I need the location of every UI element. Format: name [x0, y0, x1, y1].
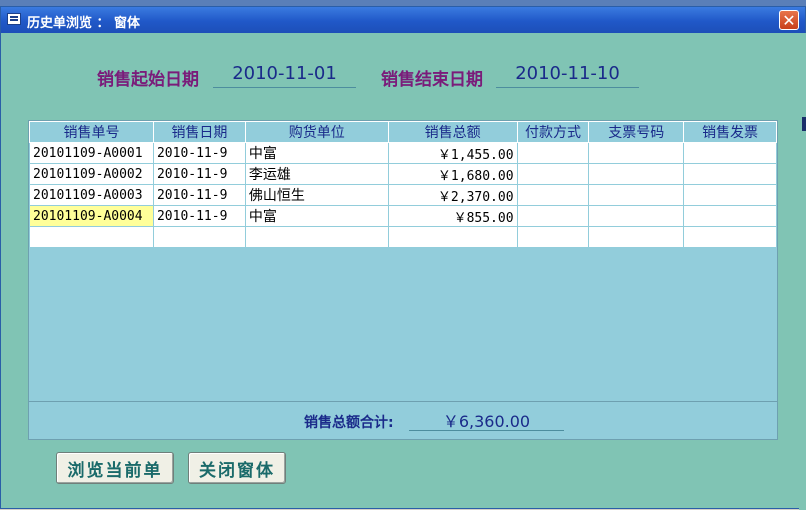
cell-empty[interactable]: [588, 226, 685, 248]
sales-grid: 销售单号 销售日期 购货单位 销售总额 付款方式 支票号码 销售发票 20101…: [28, 120, 778, 440]
background-fragment: [802, 117, 806, 131]
cell-empty[interactable]: [152, 226, 246, 248]
cell-empty[interactable]: [516, 226, 590, 248]
browse-current-button[interactable]: 浏览当前单: [56, 452, 174, 484]
cell-check-no[interactable]: [588, 142, 685, 164]
total-label: 销售总额合计:: [304, 415, 394, 431]
cell-empty[interactable]: [244, 226, 389, 248]
col-check-no[interactable]: 支票号码: [588, 121, 685, 143]
close-icon[interactable]: ✕: [779, 10, 799, 30]
window-title: 历史单浏览 ： 窗体: [27, 16, 141, 31]
col-payment[interactable]: 付款方式: [516, 121, 590, 143]
cell-invoice[interactable]: [683, 205, 777, 227]
col-invoice[interactable]: 销售发票: [683, 121, 777, 143]
cell-check-no[interactable]: [588, 205, 685, 227]
cell-check-no[interactable]: [588, 163, 685, 185]
cell-sale-no[interactable]: 20101109-A0003: [29, 184, 154, 206]
cell-sale-no-selected[interactable]: 20101109-A0004: [29, 205, 154, 227]
start-date-field[interactable]: 2010-11-01: [213, 61, 356, 88]
cell-payment[interactable]: [516, 184, 590, 206]
new-record-row[interactable]: [29, 226, 777, 248]
cell-empty[interactable]: [387, 226, 518, 248]
table-row[interactable]: 20101109-A0002 2010-11-9 李运雄 ￥1,680.00: [29, 163, 777, 185]
history-browse-form: 历史单浏览 ： 窗体 ✕ 销售起始日期 2010-11-01 销售结束日期 20…: [0, 6, 806, 510]
col-buyer[interactable]: 购货单位: [244, 121, 389, 143]
form-icon: [7, 13, 21, 25]
table-row[interactable]: 20101109-A0003 2010-11-9 佛山恒生 ￥2,370.00: [29, 184, 777, 206]
grid-footer: 销售总额合计: ￥6,360.00: [29, 401, 777, 440]
title-bar[interactable]: 历史单浏览 ： 窗体 ✕: [1, 7, 805, 33]
cell-sale-no[interactable]: 20101109-A0002: [29, 163, 154, 185]
total-value: ￥6,360.00: [409, 408, 564, 431]
end-date-label: 销售结束日期: [381, 70, 483, 90]
cell-sale-date[interactable]: 2010-11-9: [152, 205, 246, 227]
table-row[interactable]: 20101109-A0001 2010-11-9 中富 ￥1,455.00: [29, 142, 777, 164]
sales-table: 销售单号 销售日期 购货单位 销售总额 付款方式 支票号码 销售发票 20101…: [29, 121, 777, 248]
cell-empty[interactable]: [683, 226, 777, 248]
cell-invoice[interactable]: [683, 163, 777, 185]
col-sale-date[interactable]: 销售日期: [152, 121, 246, 143]
cell-invoice[interactable]: [683, 184, 777, 206]
right-edge: [799, 33, 806, 510]
col-sale-no[interactable]: 销售单号: [29, 121, 154, 143]
table-header-row: 销售单号 销售日期 购货单位 销售总额 付款方式 支票号码 销售发票: [29, 121, 777, 143]
cell-payment[interactable]: [516, 163, 590, 185]
close-form-button[interactable]: 关闭窗体: [188, 452, 286, 484]
cell-buyer[interactable]: 中富: [244, 205, 389, 227]
cell-sale-no[interactable]: 20101109-A0001: [29, 142, 154, 164]
cell-buyer[interactable]: 佛山恒生: [244, 184, 389, 206]
cell-total[interactable]: ￥855.00: [387, 205, 518, 227]
cell-payment[interactable]: [516, 142, 590, 164]
table-row[interactable]: 20101109-A0004 2010-11-9 中富 ￥855.00: [29, 205, 777, 227]
cell-buyer[interactable]: 中富: [244, 142, 389, 164]
cell-sale-date[interactable]: 2010-11-9: [152, 163, 246, 185]
col-total[interactable]: 销售总额: [387, 121, 518, 143]
cell-invoice[interactable]: [683, 142, 777, 164]
cell-payment[interactable]: [516, 205, 590, 227]
cell-sale-date[interactable]: 2010-11-9: [152, 184, 246, 206]
cell-empty[interactable]: [29, 226, 154, 248]
end-date-field[interactable]: 2010-11-10: [496, 61, 639, 88]
cell-total[interactable]: ￥1,455.00: [387, 142, 518, 164]
cell-sale-date[interactable]: 2010-11-9: [152, 142, 246, 164]
cell-total[interactable]: ￥1,680.00: [387, 163, 518, 185]
start-date-label: 销售起始日期: [97, 70, 199, 90]
cell-buyer[interactable]: 李运雄: [244, 163, 389, 185]
cell-total[interactable]: ￥2,370.00: [387, 184, 518, 206]
cell-check-no[interactable]: [588, 184, 685, 206]
